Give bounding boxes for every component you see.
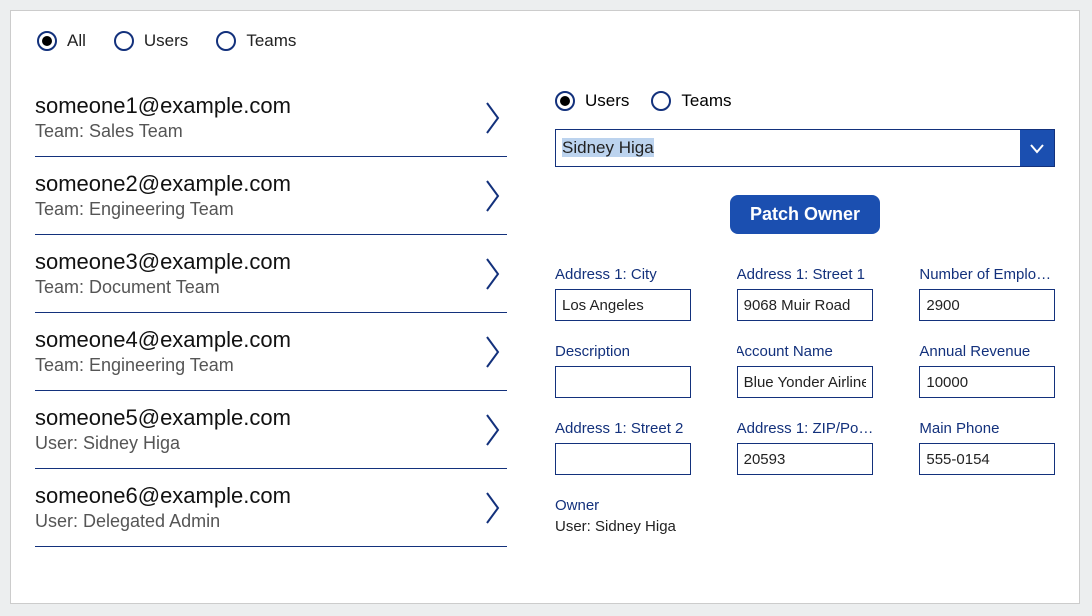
list-item-primary: someone2@example.com [35,171,291,197]
filter-radio-users[interactable]: Users [114,31,188,51]
chevron-right-icon [485,179,501,213]
phone-input[interactable] [919,443,1055,475]
street1-input[interactable] [737,289,874,321]
owner-radio-teams[interactable]: Teams [651,91,731,111]
owner-value: User: Sidney Higa [555,518,1055,535]
field-label: Address 1: ZIP/Po… [737,420,874,437]
list-item[interactable]: someone2@example.com Team: Engineering T… [35,157,507,235]
chevron-right-icon [485,101,501,135]
patch-owner-button[interactable]: Patch Owner [730,195,880,234]
radio-icon [651,91,671,111]
chevron-right-icon [485,413,501,447]
chevron-down-icon[interactable] [1020,130,1054,166]
app-window: All Users Teams someone1@example.com Tea… [10,10,1080,604]
list-item-secondary: User: Sidney Higa [35,433,291,454]
field-revenue: Annual Revenue [919,343,1055,398]
list-item[interactable]: someone4@example.com Team: Engineering T… [35,313,507,391]
field-account: * Account Name [737,343,874,398]
list-item-primary: someone5@example.com [35,405,291,431]
field-city: Address 1: City [555,266,691,321]
field-label: Address 1: Street 2 [555,420,691,437]
field-label: Number of Emplo… [919,266,1055,283]
owner-radio-users[interactable]: Users [555,91,629,111]
radio-icon [555,91,575,111]
filter-row: All Users Teams [11,11,1079,51]
revenue-input[interactable] [919,366,1055,398]
list-item-text: someone5@example.com User: Sidney Higa [35,405,291,454]
list-item[interactable]: someone5@example.com User: Sidney Higa [35,391,507,469]
list-item-text: someone2@example.com Team: Engineering T… [35,171,291,220]
field-street2: Address 1: Street 2 [555,420,691,475]
field-employees: Number of Emplo… [919,266,1055,321]
list-item-primary: someone4@example.com [35,327,291,353]
list-pane[interactable]: someone1@example.com Team: Sales Team so… [11,79,511,604]
list-item-secondary: Team: Document Team [35,277,291,298]
field-label: * Account Name [737,343,874,360]
list-item[interactable]: someone3@example.com Team: Document Team [35,235,507,313]
filter-label: Teams [246,31,296,51]
radio-label: Users [585,91,629,111]
city-input[interactable] [555,289,691,321]
description-input[interactable] [555,366,691,398]
detail-pane: Users Teams Sidney Higa Patch Owner Add [511,79,1079,604]
panes: someone1@example.com Team: Sales Team so… [11,79,1079,604]
list-item-secondary: Team: Engineering Team [35,199,291,220]
list-item-secondary: Team: Sales Team [35,121,291,142]
account-input[interactable] [737,366,874,398]
chevron-right-icon [485,335,501,369]
chevron-right-icon [485,491,501,525]
radio-label: Teams [681,91,731,111]
field-street1: Address 1: Street 1 [737,266,874,321]
fields-grid: Address 1: City Address 1: Street 1 Numb… [555,266,1055,475]
list-item-primary: someone6@example.com [35,483,291,509]
filter-radio-teams[interactable]: Teams [216,31,296,51]
owner-select[interactable]: Sidney Higa [555,129,1055,167]
field-label: Address 1: Street 1 [737,266,874,283]
list-item-text: someone1@example.com Team: Sales Team [35,93,291,142]
owner-type-radios: Users Teams [555,91,1055,111]
street2-input[interactable] [555,443,691,475]
employees-input[interactable] [919,289,1055,321]
radio-icon [37,31,57,51]
radio-icon [114,31,134,51]
owner-label: Owner [555,497,1055,514]
list-item-secondary: Team: Engineering Team [35,355,291,376]
field-phone: Main Phone [919,420,1055,475]
owner-display: Owner User: Sidney Higa [555,497,1055,535]
owner-select-value: Sidney Higa [556,138,654,158]
zip-input[interactable] [737,443,874,475]
field-label: Address 1: City [555,266,691,283]
radio-icon [216,31,236,51]
list-item[interactable]: someone1@example.com Team: Sales Team [35,79,507,157]
list-item-text: someone3@example.com Team: Document Team [35,249,291,298]
list-item-text: someone6@example.com User: Delegated Adm… [35,483,291,532]
field-zip: Address 1: ZIP/Po… [737,420,874,475]
list-item-text: someone4@example.com Team: Engineering T… [35,327,291,376]
list-item-secondary: User: Delegated Admin [35,511,291,532]
list-item-primary: someone3@example.com [35,249,291,275]
field-label: Description [555,343,691,360]
field-label: Main Phone [919,420,1055,437]
chevron-right-icon [485,257,501,291]
field-description: Description [555,343,691,398]
list-item[interactable]: someone6@example.com User: Delegated Adm… [35,469,507,547]
filter-label: Users [144,31,188,51]
list-item-primary: someone1@example.com [35,93,291,119]
field-label: Annual Revenue [919,343,1055,360]
filter-label: All [67,31,86,51]
filter-radio-all[interactable]: All [37,31,86,51]
